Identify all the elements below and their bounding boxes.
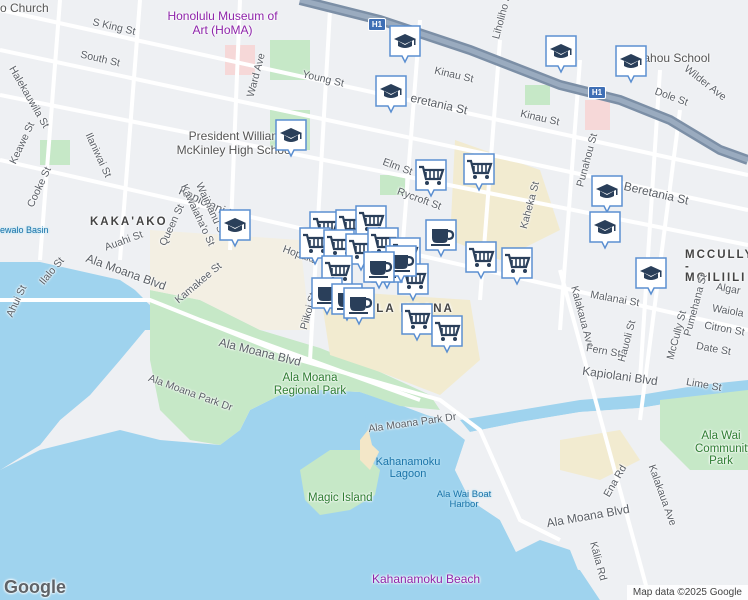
school-icon <box>275 119 307 158</box>
shopping-cart-icon <box>431 315 463 354</box>
museum-label: Honolulu Museum of Art (HoMA) <box>167 9 278 37</box>
school-marker[interactable] <box>374 74 408 114</box>
school-marker[interactable] <box>634 256 668 296</box>
school-icon <box>389 25 421 64</box>
shopping-cart-icon <box>501 247 533 286</box>
google-logo: Google <box>4 577 66 597</box>
grocery-marker[interactable] <box>462 152 496 192</box>
church-label: o Church <box>0 1 49 15</box>
school-icon <box>545 35 577 74</box>
kakaako-label: KAKA'AKO <box>90 216 168 228</box>
school-marker[interactable] <box>614 44 648 84</box>
shopping-cart-icon <box>401 303 433 342</box>
grocery-marker[interactable] <box>464 240 498 280</box>
school-icon <box>635 257 667 296</box>
school-icon <box>615 45 647 84</box>
map-canvas[interactable]: H1 H1 o Church Honolulu Museum of Art (H… <box>0 0 748 600</box>
grocery-marker[interactable] <box>500 246 534 286</box>
boat-harbor-label: Ala Wai Boat Harbor <box>436 489 492 511</box>
school-marker[interactable] <box>274 118 308 158</box>
coffee-cup-icon <box>343 287 375 326</box>
cafe-marker[interactable] <box>424 218 458 258</box>
grocery-marker[interactable] <box>414 158 448 198</box>
ala-wai-park-label: Ala Wai Community Park <box>695 430 748 468</box>
school-icon <box>589 211 621 250</box>
h1-shield: H1 <box>588 86 606 99</box>
magic-island-label: Magic Island <box>308 492 373 504</box>
coffee-cup-icon <box>363 251 395 290</box>
ala-moana-park-label: Ala Moana Regional Park <box>273 372 347 397</box>
grocery-marker[interactable] <box>400 302 434 342</box>
cafe-marker[interactable] <box>342 286 376 326</box>
school-marker[interactable] <box>590 174 624 214</box>
school-marker[interactable] <box>388 24 422 64</box>
school-icon <box>375 75 407 114</box>
cafe-marker[interactable] <box>362 250 396 290</box>
kewalo-basin-label: ewalo Basin <box>0 225 49 235</box>
school-icon <box>219 209 251 248</box>
h1-shield: H1 <box>368 18 386 31</box>
map-attribution[interactable]: Map data ©2025 Google <box>626 585 748 600</box>
coffee-cup-icon <box>425 219 457 258</box>
lagoon-label: Kahanamoku Lagoon <box>375 456 441 481</box>
school-icon <box>591 175 623 214</box>
beach-label: Kahanamoku Beach <box>372 572 481 586</box>
school-marker[interactable] <box>588 210 622 250</box>
mccully-label: MCCULLY - MOILIILI <box>685 249 748 284</box>
school-marker[interactable] <box>218 208 252 248</box>
shopping-cart-icon <box>415 159 447 198</box>
shopping-cart-icon <box>465 241 497 280</box>
shopping-cart-icon <box>463 153 495 192</box>
grocery-marker[interactable] <box>430 314 464 354</box>
school-marker[interactable] <box>544 34 578 74</box>
